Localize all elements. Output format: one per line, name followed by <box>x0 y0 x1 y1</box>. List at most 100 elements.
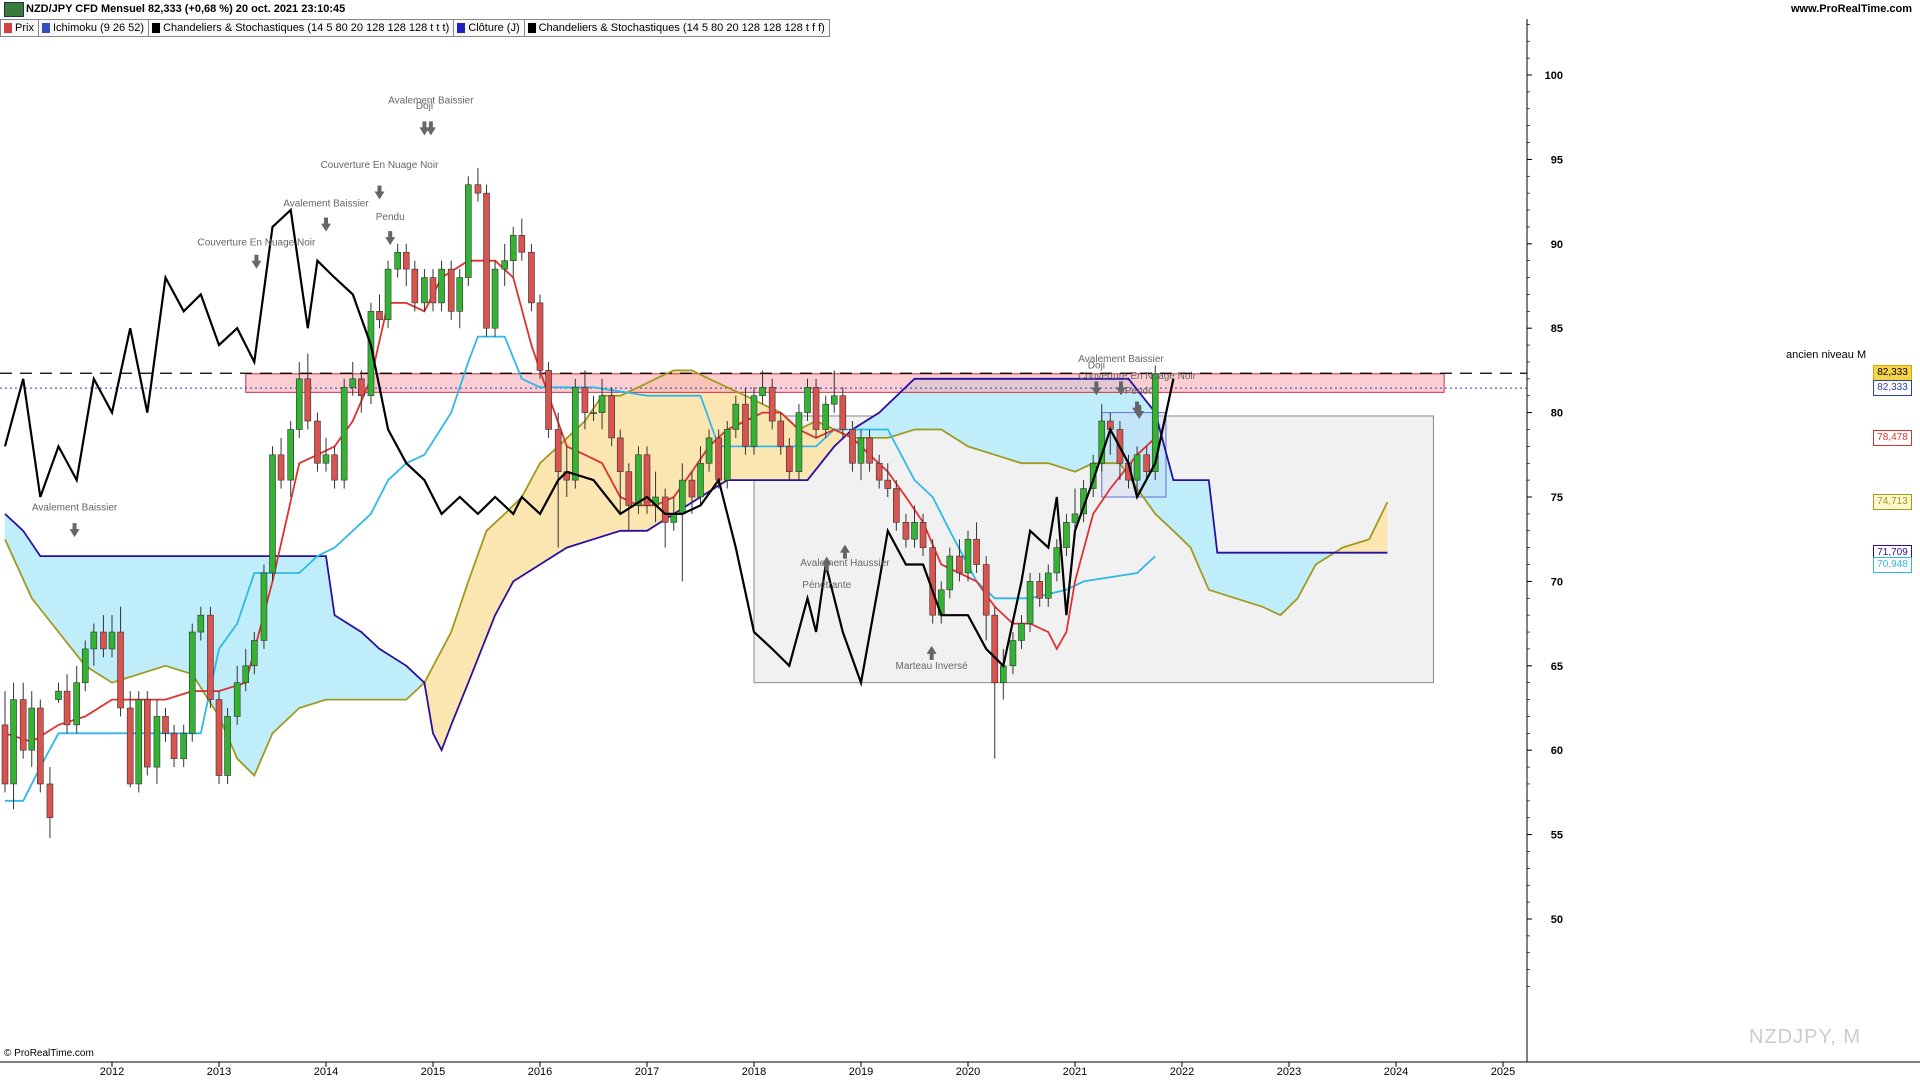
bull-candle <box>759 386 766 397</box>
ichimoku-cloud-segment <box>156 555 162 669</box>
ichimoku-cloud-segment <box>98 555 104 678</box>
ichimoku-cloud-segment <box>214 555 220 718</box>
ichimoku-cloud-segment <box>44 555 50 622</box>
y-tick-label: 75 <box>1551 492 1563 504</box>
ichimoku-cloud-segment <box>241 555 246 768</box>
down-arrow-icon <box>251 260 262 269</box>
hline-label: ancien niveau M <box>1786 349 1867 361</box>
bull-candle <box>188 631 196 734</box>
pattern-annotation: Avalement Haussier <box>800 558 890 569</box>
ichimoku-cloud-segment <box>628 389 634 532</box>
bear-candle <box>849 429 856 464</box>
x-tick-label: 2013 <box>207 1066 231 1078</box>
bull-candle <box>55 690 62 700</box>
bull-candle <box>491 268 499 329</box>
ichimoku-cloud-segment <box>392 656 398 700</box>
ichimoku-cloud-segment <box>383 651 389 700</box>
down-arrow-shaft <box>324 217 328 225</box>
ichimoku-cloud-segment <box>1257 552 1263 608</box>
x-tick-label: 2017 <box>635 1066 659 1078</box>
bull-candle <box>197 614 205 633</box>
ichimoku-cloud-segment <box>174 555 180 671</box>
ichimoku-cloud-segment <box>579 420 585 544</box>
bear-candle <box>144 699 151 768</box>
bear-candle <box>483 192 490 329</box>
bear-candle <box>991 614 999 683</box>
ichimoku-cloud-segment <box>548 450 554 560</box>
bull-candle <box>81 648 89 683</box>
bear-candle <box>902 522 910 540</box>
bear-candle <box>786 446 793 472</box>
ichimoku-cloud-segment <box>53 555 59 633</box>
bull-candle <box>1053 547 1061 574</box>
ichimoku-cloud-segment <box>276 555 282 730</box>
price-chart[interactable]: Avalement Baissier Couverture En Nuage No… <box>0 0 1920 1080</box>
down-arrow-shaft <box>428 121 433 129</box>
bull-candle <box>1044 572 1052 599</box>
pattern-annotation: Avalement Baissier <box>283 199 369 210</box>
ichimoku-cloud-segment <box>138 555 144 675</box>
bear-candle <box>777 420 785 447</box>
price-tag: 70,948 <box>1873 557 1912 574</box>
ichimoku-cloud-segment <box>1177 479 1183 540</box>
bear-candle <box>358 378 365 397</box>
bear-candle <box>215 699 223 776</box>
bear-candle <box>919 522 927 548</box>
price-tag: 78,478 <box>1873 430 1912 447</box>
ichimoku-cloud-segment <box>441 641 447 750</box>
ichimoku-cloud-segment <box>1279 552 1285 616</box>
bull-candle <box>679 479 686 515</box>
ichimoku-cloud-segment <box>1253 552 1259 606</box>
y-tick-label: 60 <box>1551 745 1563 757</box>
down-arrow-shaft <box>422 121 427 129</box>
ichimoku-cloud-segment <box>477 543 483 660</box>
bull-candle <box>349 378 357 388</box>
bull-candle <box>260 572 268 641</box>
bear-candle <box>170 733 178 759</box>
ichimoku-cloud-segment <box>147 555 153 672</box>
up-arrow-shaft <box>824 563 829 571</box>
ichimoku-cloud-segment <box>401 662 407 700</box>
bull-candle <box>438 268 445 304</box>
bear-candle <box>277 454 285 481</box>
bear-candle <box>1 724 9 785</box>
x-tick-label: 2022 <box>1170 1066 1194 1078</box>
bull-candle <box>1133 454 1141 481</box>
ichimoku-cloud-segment <box>142 555 148 674</box>
bull-candle <box>233 682 241 717</box>
ichimoku-cloud-segment <box>900 386 906 435</box>
bull-candle <box>946 555 954 591</box>
ichimoku-cloud-segment <box>566 433 572 548</box>
ichimoku-cloud-segment <box>1288 552 1294 608</box>
bull-candle <box>501 260 508 270</box>
ichimoku-cloud-segment <box>1275 552 1281 616</box>
down-arrow-icon <box>385 237 396 246</box>
pattern-annotation: Doji <box>416 101 433 112</box>
ichimoku-cloud-segment <box>526 479 532 574</box>
bear-candle <box>376 311 383 321</box>
y-tick-label: 55 <box>1551 830 1563 842</box>
ichimoku-cloud-segment <box>486 526 492 637</box>
bull-candle <box>598 395 606 413</box>
ichimoku-cloud-segment <box>67 555 73 650</box>
ichimoku-cloud-segment <box>481 530 487 649</box>
ichimoku-cloud-segment <box>58 555 64 639</box>
bull-candle <box>795 412 803 472</box>
ichimoku-cloud-segment <box>504 509 510 599</box>
ichimoku-cloud-segment <box>285 555 291 722</box>
bear-candle <box>100 631 107 650</box>
bull-candle <box>153 716 161 768</box>
bull-candle <box>269 454 276 574</box>
x-tick-label: 2014 <box>314 1066 338 1078</box>
ichimoku-cloud-segment <box>343 620 349 700</box>
ichimoku-cloud-segment <box>1244 552 1250 603</box>
ichimoku-cloud-segment <box>450 619 456 726</box>
down-arrow-shaft <box>388 231 393 239</box>
bull-candle <box>322 454 330 464</box>
ichimoku-cloud-segment <box>76 555 82 661</box>
ichimoku-cloud-segment <box>356 628 362 700</box>
bear-candle <box>893 488 900 523</box>
bear-candle <box>162 716 169 734</box>
price-tag: 74,713 <box>1873 493 1912 510</box>
x-tick-label: 2023 <box>1277 1066 1301 1078</box>
